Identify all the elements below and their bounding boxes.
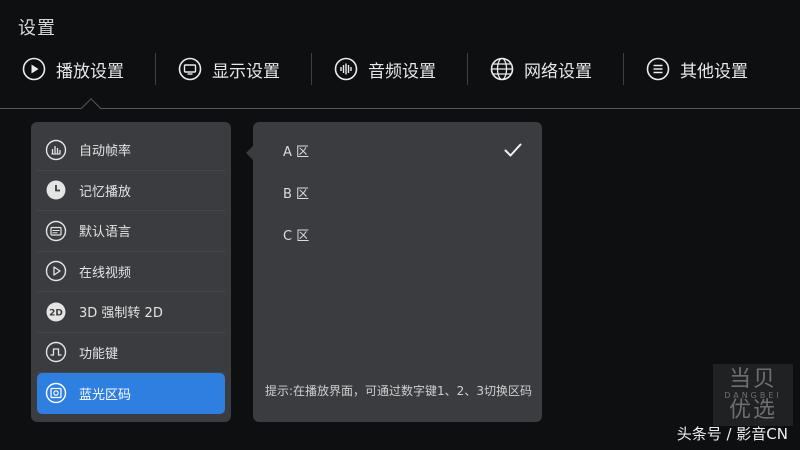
play-circle-icon (22, 57, 46, 81)
bar-chart-icon (45, 139, 67, 160)
audio-wave-icon (334, 57, 358, 81)
tab-network-settings[interactable]: 网络设置 (468, 46, 623, 92)
disc-region-icon (45, 383, 67, 404)
menu-item-label: 默认语言 (79, 225, 132, 241)
option-region-c[interactable]: C 区 (283, 222, 523, 246)
menu-item-label: 在线视频 (79, 265, 132, 281)
option-label: A 区 (283, 144, 310, 160)
menu-item-label: 蓝光区码 (79, 387, 132, 403)
settings-tabs: 播放设置 显示设置 音频设置 网络设置 其他设置 (0, 46, 800, 92)
checkmark-icon (504, 143, 522, 157)
tab-label: 网络设置 (524, 61, 592, 82)
tab-other-settings[interactable]: 其他设置 (624, 46, 779, 92)
clock-icon (46, 180, 66, 200)
pulse-key-icon (45, 342, 67, 363)
tabs-underline (0, 108, 800, 109)
option-label: B 区 (283, 186, 310, 202)
tab-label: 音频设置 (368, 61, 436, 82)
menu-circle-icon (646, 57, 670, 81)
menu-item-function-key[interactable]: 功能键 (37, 333, 225, 373)
2d-icon: 2D (46, 302, 66, 322)
logo-text: 当贝 (728, 366, 777, 392)
region-options-panel: A 区 B 区 C 区 提示:在播放界面，可通过数字键1、2、3切换区码 (253, 122, 542, 422)
menu-item-force-3d-to-2d[interactable]: 2D 3D 强制转 2D (37, 292, 225, 333)
menu-item-default-language[interactable]: 默认语言 (37, 211, 225, 252)
menu-item-label: 3D 强制转 2D (79, 306, 163, 322)
active-tab-pointer (81, 98, 101, 118)
globe-icon (490, 57, 514, 81)
tab-label: 其他设置 (680, 61, 748, 82)
submenu-pointer (246, 146, 253, 160)
menu-item-label: 记忆播放 (79, 184, 132, 200)
menu-item-label: 自动帧率 (79, 144, 132, 160)
tab-display-settings[interactable]: 显示设置 (156, 46, 311, 92)
menu-item-online-video[interactable]: 在线视频 (37, 252, 225, 292)
svg-text:2D: 2D (49, 308, 63, 318)
option-region-b[interactable]: B 区 (283, 180, 523, 204)
tab-audio-settings[interactable]: 音频设置 (312, 46, 467, 92)
option-region-a[interactable]: A 区 (283, 138, 523, 162)
logo-text-2: 优选 (728, 397, 777, 423)
hint-text: 提示:在播放界面，可通过数字键1、2、3切换区码 (265, 384, 532, 398)
subtitle-icon (45, 220, 67, 241)
play-circle-icon (45, 261, 67, 282)
dangbei-logo: 当贝 DANGBEI 优选 (713, 364, 793, 426)
menu-item-label: 功能键 (79, 346, 119, 362)
page-title: 设置 (18, 18, 56, 39)
tab-label: 显示设置 (212, 61, 280, 82)
tab-label: 播放设置 (56, 61, 124, 82)
monitor-icon (178, 57, 202, 81)
menu-item-bluray-region-code[interactable]: 蓝光区码 (37, 373, 225, 414)
settings-menu: 自动帧率 记忆播放 默认语言 在线视频 2D 3D 强制转 2D 功能键 蓝光区… (31, 122, 231, 422)
credit-watermark: 头条号 / 影音CN (676, 425, 788, 443)
menu-item-resume-playback[interactable]: 记忆播放 (37, 171, 225, 211)
option-label: C 区 (283, 228, 310, 244)
tab-playback-settings[interactable]: 播放设置 (0, 46, 155, 92)
menu-item-auto-frame-rate[interactable]: 自动帧率 (37, 130, 225, 171)
